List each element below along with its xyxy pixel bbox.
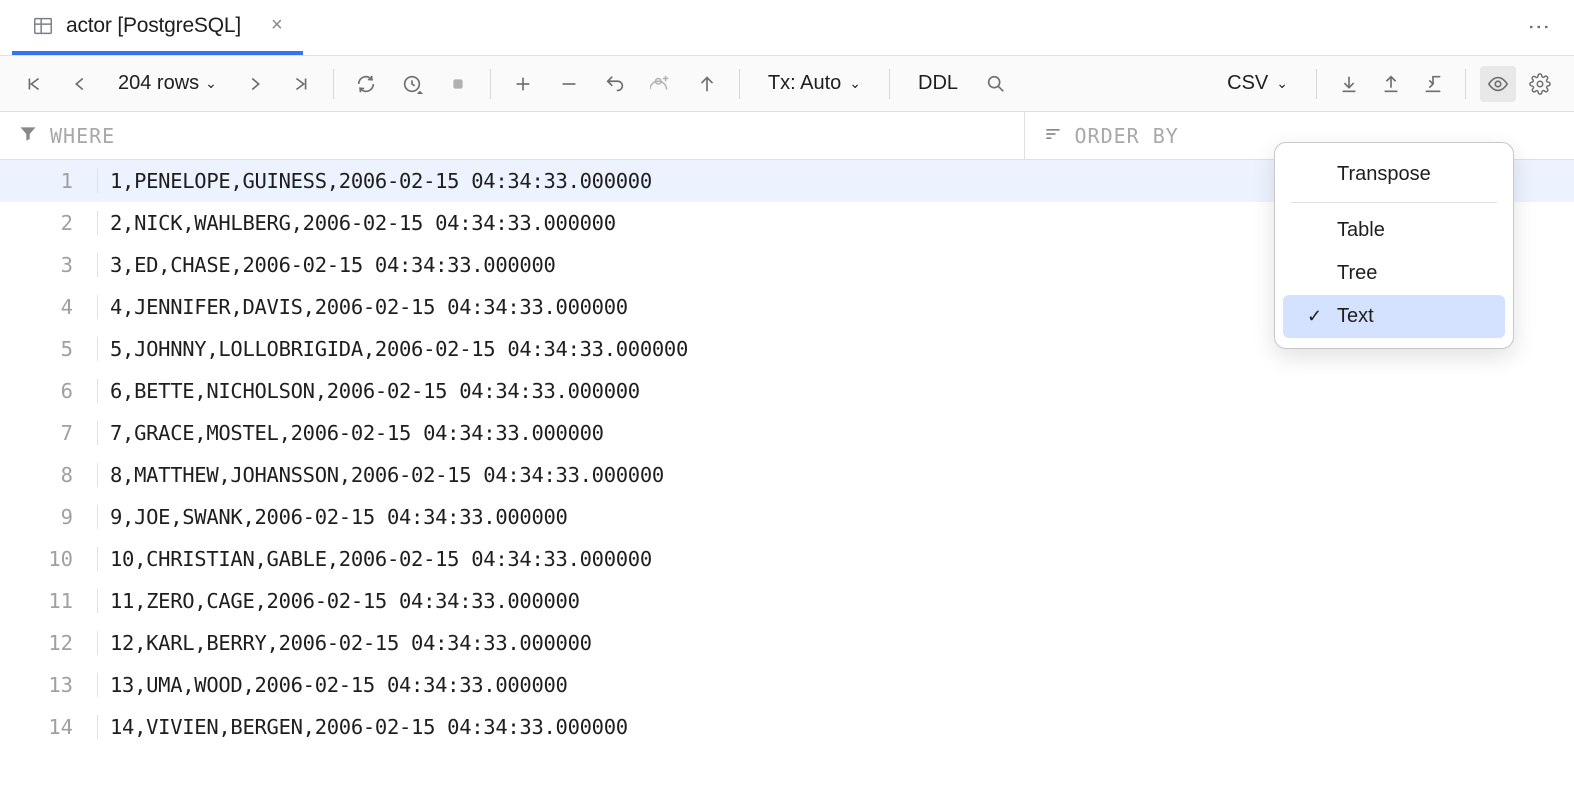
close-icon[interactable]: × (271, 14, 283, 37)
filter-icon (18, 124, 38, 147)
separator (1291, 202, 1497, 203)
data-row[interactable]: 1111,ZERO,CAGE,2006-02-15 04:34:33.00000… (0, 580, 1574, 622)
line-content: 3,ED,CHASE,2006-02-15 04:34:33.000000 (98, 253, 556, 277)
data-row[interactable]: 1212,KARL,BERRY,2006-02-15 04:34:33.0000… (0, 622, 1574, 664)
import-button[interactable] (1415, 66, 1451, 102)
data-row[interactable]: 66,BETTE,NICHOLSON,2006-02-15 04:34:33.0… (0, 370, 1574, 412)
line-number: 2 (0, 211, 98, 235)
separator (490, 69, 491, 99)
line-number: 5 (0, 337, 98, 361)
separator (1465, 69, 1466, 99)
view-mode-button[interactable] (1480, 66, 1516, 102)
popup-label: Text (1337, 305, 1374, 328)
upload-button[interactable] (1373, 66, 1409, 102)
chevron-down-icon: ⌄ (849, 75, 861, 92)
data-row[interactable]: 88,MATTHEW,JOHANSSON,2006-02-15 04:34:33… (0, 454, 1574, 496)
data-row[interactable]: 1414,VIVIEN,BERGEN,2006-02-15 04:34:33.0… (0, 706, 1574, 748)
preview-changes-button[interactable] (643, 66, 679, 102)
popup-label: Table (1337, 219, 1385, 242)
last-page-button[interactable] (283, 66, 319, 102)
submit-button[interactable] (689, 66, 725, 102)
line-content: 6,BETTE,NICHOLSON,2006-02-15 04:34:33.00… (98, 379, 640, 403)
line-content: 13,UMA,WOOD,2006-02-15 04:34:33.000000 (98, 673, 568, 697)
line-number: 7 (0, 421, 98, 445)
line-number: 8 (0, 463, 98, 487)
tx-mode-dropdown[interactable]: Tx: Auto ⌄ (754, 68, 875, 99)
popup-item-text[interactable]: ✓ Text (1283, 295, 1505, 338)
orderby-label: ORDER BY (1075, 124, 1179, 148)
line-content: 2,NICK,WAHLBERG,2006-02-15 04:34:33.0000… (98, 211, 616, 235)
stop-button[interactable] (440, 66, 476, 102)
sort-icon (1043, 124, 1063, 147)
line-number: 1 (0, 169, 98, 193)
line-content: 14,VIVIEN,BERGEN,2006-02-15 04:34:33.000… (98, 715, 628, 739)
popup-item-table[interactable]: Table (1283, 209, 1505, 252)
add-row-button[interactable] (505, 66, 541, 102)
tx-label: Tx: Auto (768, 72, 841, 95)
line-number: 13 (0, 673, 98, 697)
line-number: 11 (0, 589, 98, 613)
line-number: 4 (0, 295, 98, 319)
line-content: 9,JOE,SWANK,2006-02-15 04:34:33.000000 (98, 505, 568, 529)
view-mode-popup: Transpose Table Tree ✓ Text (1274, 142, 1514, 349)
download-button[interactable] (1331, 66, 1367, 102)
first-page-button[interactable] (16, 66, 52, 102)
export-format-dropdown[interactable]: CSV ⌄ (1213, 68, 1302, 99)
prev-page-button[interactable] (62, 66, 98, 102)
chevron-down-icon: ⌄ (1276, 75, 1288, 92)
line-content: 8,MATTHEW,JOHANSSON,2006-02-15 04:34:33.… (98, 463, 664, 487)
line-number: 9 (0, 505, 98, 529)
data-row[interactable]: 1313,UMA,WOOD,2006-02-15 04:34:33.000000 (0, 664, 1574, 706)
toolbar: 204 rows ⌄ Tx: Auto ⌄ DDL CSV ⌄ (0, 56, 1574, 112)
separator (739, 69, 740, 99)
line-number: 6 (0, 379, 98, 403)
popup-item-tree[interactable]: Tree (1283, 252, 1505, 295)
refresh-button[interactable] (348, 66, 384, 102)
popup-label: Transpose (1337, 163, 1431, 186)
where-filter[interactable]: WHERE (0, 112, 1024, 159)
line-content: 10,CHRISTIAN,GABLE,2006-02-15 04:34:33.0… (98, 547, 652, 571)
data-row[interactable]: 99,JOE,SWANK,2006-02-15 04:34:33.000000 (0, 496, 1574, 538)
line-content: 7,GRACE,MOSTEL,2006-02-15 04:34:33.00000… (98, 421, 604, 445)
settings-button[interactable] (1522, 66, 1558, 102)
tab-bar: actor [PostgreSQL] × ⋮ (0, 0, 1574, 56)
line-content: 5,JOHNNY,LOLLOBRIGIDA,2006-02-15 04:34:3… (98, 337, 688, 361)
separator (1316, 69, 1317, 99)
popup-label: Tree (1337, 262, 1377, 285)
tab-more-icon[interactable]: ⋮ (1516, 12, 1562, 43)
search-button[interactable] (978, 66, 1014, 102)
rowcount-dropdown[interactable]: 204 rows ⌄ (108, 68, 227, 99)
line-number: 10 (0, 547, 98, 571)
line-content: 11,ZERO,CAGE,2006-02-15 04:34:33.000000 (98, 589, 580, 613)
separator (333, 69, 334, 99)
csv-label: CSV (1227, 72, 1268, 95)
table-icon (32, 15, 54, 37)
remove-row-button[interactable] (551, 66, 587, 102)
history-button[interactable] (394, 66, 430, 102)
tab-actor[interactable]: actor [PostgreSQL] × (12, 0, 303, 55)
revert-button[interactable] (597, 66, 633, 102)
rowcount-label: 204 rows (118, 72, 199, 95)
line-number: 12 (0, 631, 98, 655)
where-label: WHERE (50, 124, 115, 148)
line-number: 3 (0, 253, 98, 277)
ddl-button[interactable]: DDL (904, 68, 972, 99)
line-number: 14 (0, 715, 98, 739)
popup-item-transpose[interactable]: Transpose (1283, 153, 1505, 196)
data-row[interactable]: 77,GRACE,MOSTEL,2006-02-15 04:34:33.0000… (0, 412, 1574, 454)
chevron-down-icon: ⌄ (205, 75, 217, 92)
line-content: 1,PENELOPE,GUINESS,2006-02-15 04:34:33.0… (98, 169, 652, 193)
separator (889, 69, 890, 99)
ddl-label: DDL (918, 72, 958, 95)
data-row[interactable]: 1010,CHRISTIAN,GABLE,2006-02-15 04:34:33… (0, 538, 1574, 580)
check-icon: ✓ (1307, 306, 1327, 327)
next-page-button[interactable] (237, 66, 273, 102)
line-content: 12,KARL,BERRY,2006-02-15 04:34:33.000000 (98, 631, 592, 655)
tab-title: actor [PostgreSQL] (66, 14, 241, 38)
line-content: 4,JENNIFER,DAVIS,2006-02-15 04:34:33.000… (98, 295, 628, 319)
